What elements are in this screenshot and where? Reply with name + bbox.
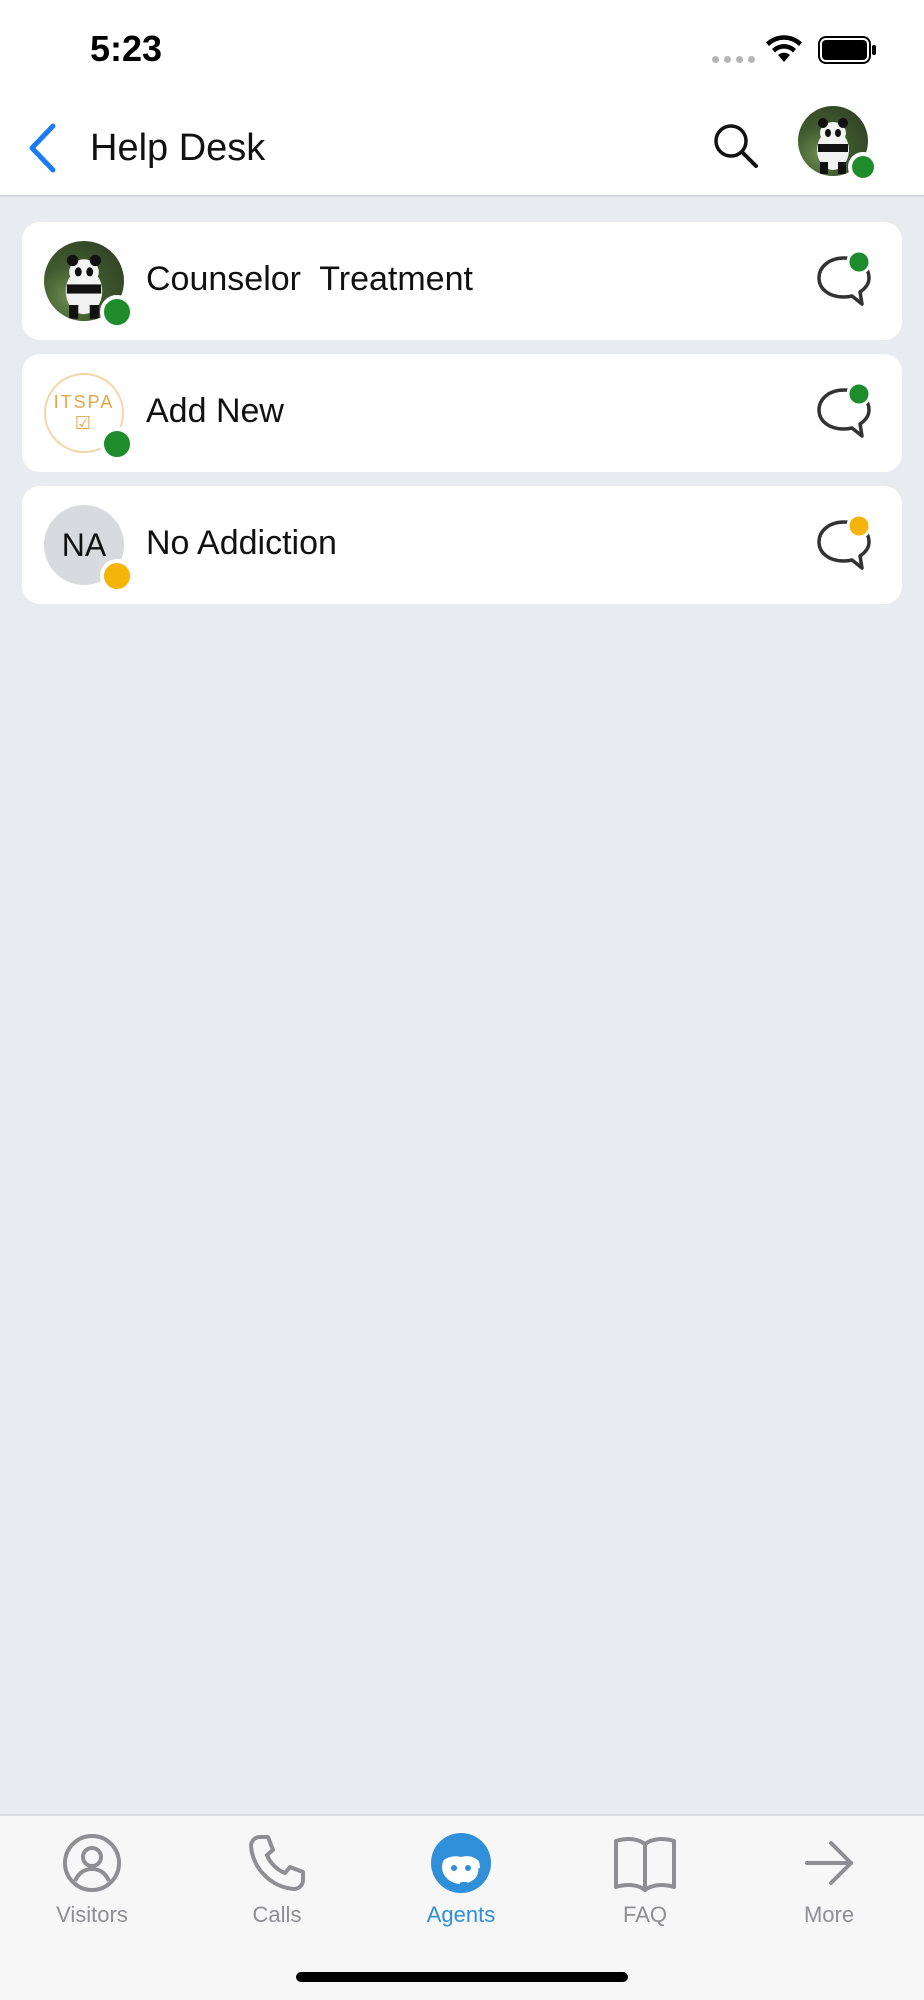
user-circle-icon <box>57 1830 127 1896</box>
app-header: Help Desk <box>0 96 924 197</box>
tab-label: Calls <box>252 1902 302 1927</box>
agent-name: Add New <box>146 392 284 430</box>
online-status-dot <box>100 427 134 461</box>
tab-label: Agents <box>426 1902 496 1927</box>
agent-avatar: ITSPA ☑ <box>44 373 134 461</box>
logo-checkbox: ☑ <box>74 413 94 433</box>
agent-name: No Addiction <box>146 524 337 562</box>
tab-calls[interactable]: Calls <box>202 1830 352 1940</box>
search-icon <box>714 124 758 168</box>
agent-name: Counselor Treatment <box>146 260 473 298</box>
home-indicator <box>296 1972 628 1982</box>
status-time: 5:23 <box>90 28 163 69</box>
status-bar: 5:23 <box>0 0 924 96</box>
online-status-dot <box>848 152 878 182</box>
chat-bubble-icon <box>817 513 872 570</box>
arrow-right-icon <box>794 1830 864 1896</box>
wifi-icon <box>766 35 802 62</box>
book-icon <box>610 1830 680 1896</box>
tab-visitors[interactable]: Visitors <box>17 1830 167 1940</box>
profile-avatar[interactable] <box>798 106 878 182</box>
agent-avatar <box>44 241 134 329</box>
tab-label: Visitors <box>56 1902 128 1927</box>
back-button[interactable] <box>22 122 62 174</box>
agent-list-item[interactable]: Counselor Treatment <box>22 222 902 340</box>
tab-agents[interactable]: Agents <box>386 1830 536 1940</box>
chat-bubble-icon <box>817 249 872 306</box>
search-button[interactable] <box>710 120 762 172</box>
online-status-dot <box>100 295 134 329</box>
logo-text: ITSPA <box>53 392 115 412</box>
tab-label: More <box>803 1902 855 1927</box>
tab-label: FAQ <box>622 1902 667 1927</box>
chevron-left-icon <box>29 123 56 173</box>
chat-bubble-icon <box>817 381 872 438</box>
tab-more[interactable]: More <box>754 1830 904 1940</box>
page-title: Help Desk <box>90 127 266 169</box>
chat-button[interactable] <box>814 381 874 442</box>
tab-faq[interactable]: FAQ <box>570 1830 720 1940</box>
agent-avatar: NA <box>44 505 134 593</box>
agent-list-item[interactable]: ITSPA ☑ Add New <box>22 354 902 472</box>
chat-button[interactable] <box>814 513 874 574</box>
chat-button[interactable] <box>814 249 874 310</box>
agent-list-item[interactable]: NA No Addiction <box>22 486 902 604</box>
agent-list: Counselor Treatment ITSPA ☑ Add New NA N… <box>22 222 902 618</box>
phone-icon <box>242 1830 312 1896</box>
agent-headset-icon <box>426 1830 496 1896</box>
away-status-dot <box>100 559 134 593</box>
cellular-signal-icon <box>712 56 755 63</box>
battery-icon <box>818 36 876 64</box>
